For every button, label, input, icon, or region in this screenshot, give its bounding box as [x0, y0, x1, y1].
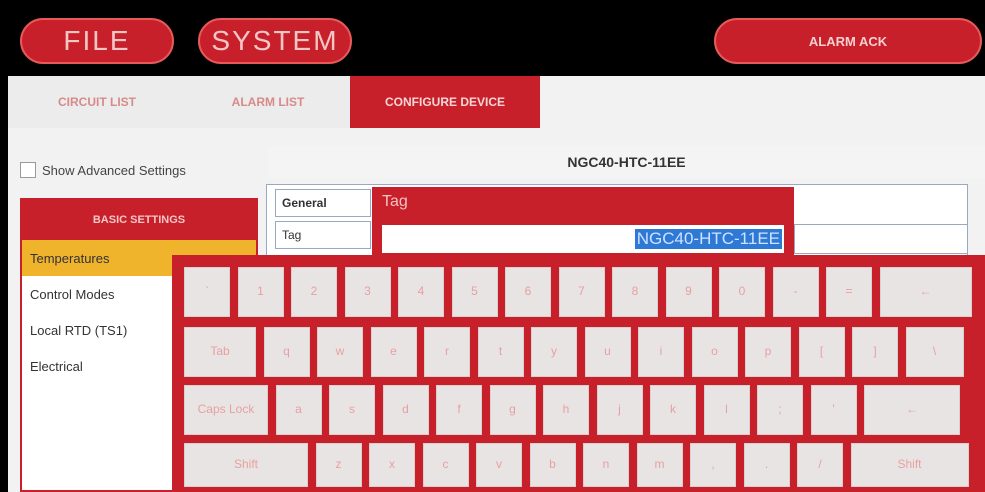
basic-settings-header: BASIC SETTINGS	[22, 200, 256, 240]
key-row4-2[interactable]: x	[369, 443, 415, 487]
alarm-ack-button[interactable]: ALARM ACK	[714, 18, 982, 64]
key-row3-7[interactable]: j	[596, 385, 643, 435]
advanced-settings-toggle[interactable]: Show Advanced Settings	[20, 162, 186, 178]
tab-configure-device[interactable]: CONFIGURE DEVICE	[350, 76, 540, 128]
advanced-settings-checkbox[interactable]	[20, 162, 36, 178]
key-row3-10[interactable]: ;	[757, 385, 803, 435]
key-row1-12[interactable]: =	[826, 267, 872, 317]
key-row1-13[interactable]: ←	[879, 267, 972, 317]
key-row2-0[interactable]: Tab	[184, 327, 256, 377]
tag-popup-title: Tag	[382, 193, 408, 210]
key-row2-4[interactable]: r	[424, 327, 470, 377]
key-row4-8[interactable]: ,	[690, 443, 736, 487]
key-row1-6[interactable]: 6	[505, 267, 551, 317]
key-row3-6[interactable]: h	[543, 385, 589, 435]
key-row4-1[interactable]: z	[315, 443, 362, 487]
key-row2-2[interactable]: w	[317, 327, 363, 377]
key-row1-3[interactable]: 3	[344, 267, 391, 317]
key-row2-9[interactable]: o	[691, 327, 738, 377]
key-row1-9[interactable]: 9	[665, 267, 712, 317]
key-row1-8[interactable]: 8	[612, 267, 658, 317]
key-row3-0[interactable]: Caps Lock	[184, 385, 268, 435]
key-row3-11[interactable]: '	[810, 385, 857, 435]
key-row4-3[interactable]: c	[422, 443, 469, 487]
tab-alarm-list[interactable]: ALARM LIST	[186, 76, 350, 128]
tab-circuit-list[interactable]: CIRCUIT LIST	[8, 76, 186, 128]
key-row4-0[interactable]: Shift	[184, 443, 308, 487]
grid-row-tag[interactable]: Tag	[275, 221, 371, 249]
tag-value-field[interactable]	[794, 224, 968, 254]
key-row3-8[interactable]: k	[650, 385, 696, 435]
key-row3-5[interactable]: g	[489, 385, 536, 435]
on-screen-keyboard: ` 1 2 3 4 5 6 7 8 9 0- = ← Tab q w e r t y u i o p[] \ Caps Lock a…	[172, 255, 985, 492]
key-row4-6[interactable]: n	[583, 443, 629, 487]
key-row1-7[interactable]: 7	[558, 267, 605, 317]
key-row2-12[interactable]: ]	[852, 327, 898, 377]
key-row1-0[interactable]: `	[184, 267, 230, 317]
key-row1-2[interactable]: 2	[291, 267, 337, 317]
key-row1-4[interactable]: 4	[398, 267, 444, 317]
file-button[interactable]: FILE	[20, 18, 174, 64]
system-button[interactable]: SYSTEM	[198, 18, 352, 64]
key-row4-11[interactable]: Shift	[850, 443, 969, 487]
key-row2-11[interactable]: [	[798, 327, 845, 377]
key-row3-2[interactable]: s	[329, 385, 375, 435]
key-row3-4[interactable]: f	[436, 385, 482, 435]
key-row3-12[interactable]: ←	[864, 385, 960, 435]
key-row2-13[interactable]: \	[905, 327, 964, 377]
key-row3-1[interactable]: a	[275, 385, 322, 435]
tag-input-selected-text: NGC40-HTC-11EE	[634, 229, 782, 249]
tab-bar: CIRCUIT LIST ALARM LIST CONFIGURE DEVICE	[8, 76, 540, 128]
device-title: NGC40-HTC-11EE	[268, 146, 985, 178]
key-row2-3[interactable]: e	[370, 327, 417, 377]
key-row2-6[interactable]: y	[531, 327, 577, 377]
key-row1-11[interactable]: -	[772, 267, 819, 317]
key-row3-3[interactable]: d	[382, 385, 429, 435]
key-row2-7[interactable]: u	[584, 327, 631, 377]
key-row4-10[interactable]: /	[797, 443, 843, 487]
key-row1-5[interactable]: 5	[451, 267, 498, 317]
key-row2-5[interactable]: t	[477, 327, 524, 377]
key-row4-9[interactable]: .	[743, 443, 790, 487]
key-row2-1[interactable]: q	[263, 327, 310, 377]
tag-edit-popup: Tag NGC40-HTC-11EE	[372, 187, 794, 261]
tag-input[interactable]: NGC40-HTC-11EE	[382, 225, 784, 253]
key-row4-7[interactable]: m	[636, 443, 683, 487]
key-row2-8[interactable]: i	[638, 327, 684, 377]
top-bar: FILE SYSTEM ALARM ACK	[0, 0, 985, 76]
key-row1-1[interactable]: 1	[237, 267, 284, 317]
grid-row-general: General	[275, 189, 371, 217]
key-row1-10[interactable]: 0	[719, 267, 765, 317]
key-row4-4[interactable]: v	[476, 443, 522, 487]
advanced-settings-label: Show Advanced Settings	[42, 162, 186, 178]
key-row2-10[interactable]: p	[745, 327, 791, 377]
key-row3-9[interactable]: l	[703, 385, 750, 435]
key-row4-5[interactable]: b	[529, 443, 576, 487]
